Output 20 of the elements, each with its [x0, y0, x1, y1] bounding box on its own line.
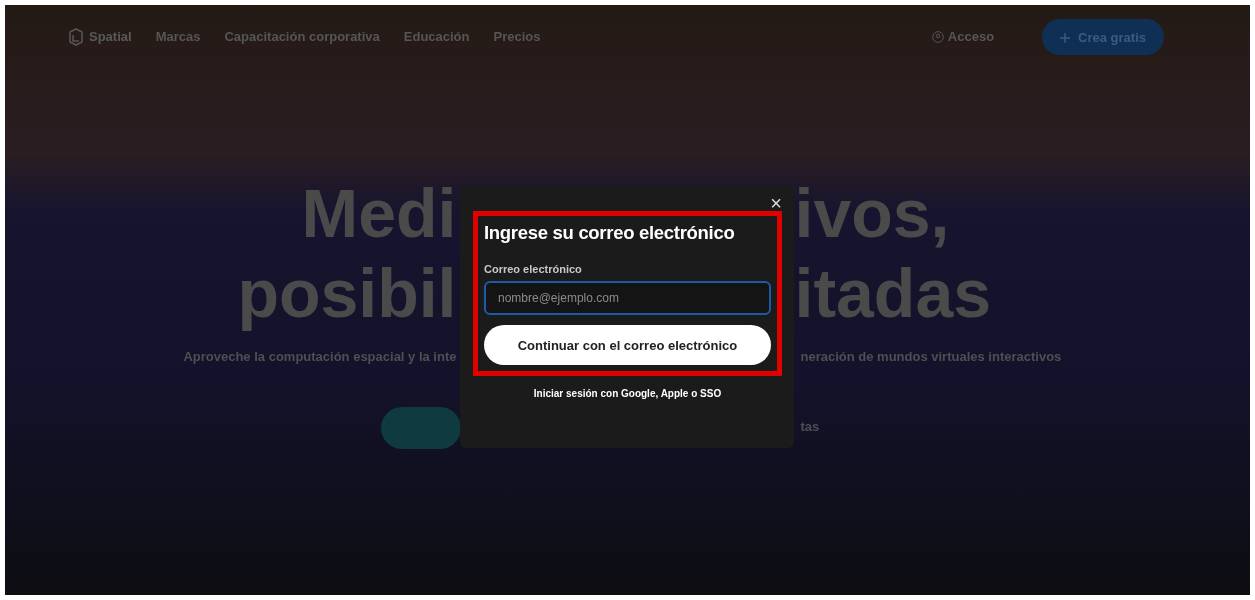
continue-button[interactable]: Continuar con el correo electrónico: [484, 325, 771, 366]
logo-icon[interactable]: [67, 27, 85, 47]
email-label: Correo electrónico: [484, 261, 583, 277]
nav-link[interactable]: Precios: [493, 27, 541, 47]
brand-name[interactable]: Spatial: [89, 27, 132, 47]
hero-link[interactable]: tas: [794, 416, 1250, 449]
subtitle-fragment: neración de mundos virtuales interactivos: [799, 348, 1063, 366]
subtitle-fragment: Aproveche la computación espacial y la inte: [182, 348, 458, 366]
nav-link[interactable]: Marcas: [155, 27, 201, 47]
nav-link[interactable]: Educación: [403, 27, 470, 47]
headline-fragment: itadas: [794, 254, 993, 333]
email-input-field[interactable]: nombre@ejemplo.com: [484, 281, 771, 316]
alt-signin-link[interactable]: Iniciar sesión con Google, Apple o SSO: [473, 386, 782, 402]
user-icon: [931, 31, 944, 43]
headline-fragment: posibil: [236, 254, 458, 333]
close-button[interactable]: ×: [770, 193, 782, 213]
dialog-title: Ingrese su correo electrónico: [484, 221, 736, 245]
hero-button[interactable]: [380, 406, 461, 449]
login-link[interactable]: Acceso: [931, 27, 995, 47]
nav-link[interactable]: Capacitación corporativa: [224, 27, 380, 47]
